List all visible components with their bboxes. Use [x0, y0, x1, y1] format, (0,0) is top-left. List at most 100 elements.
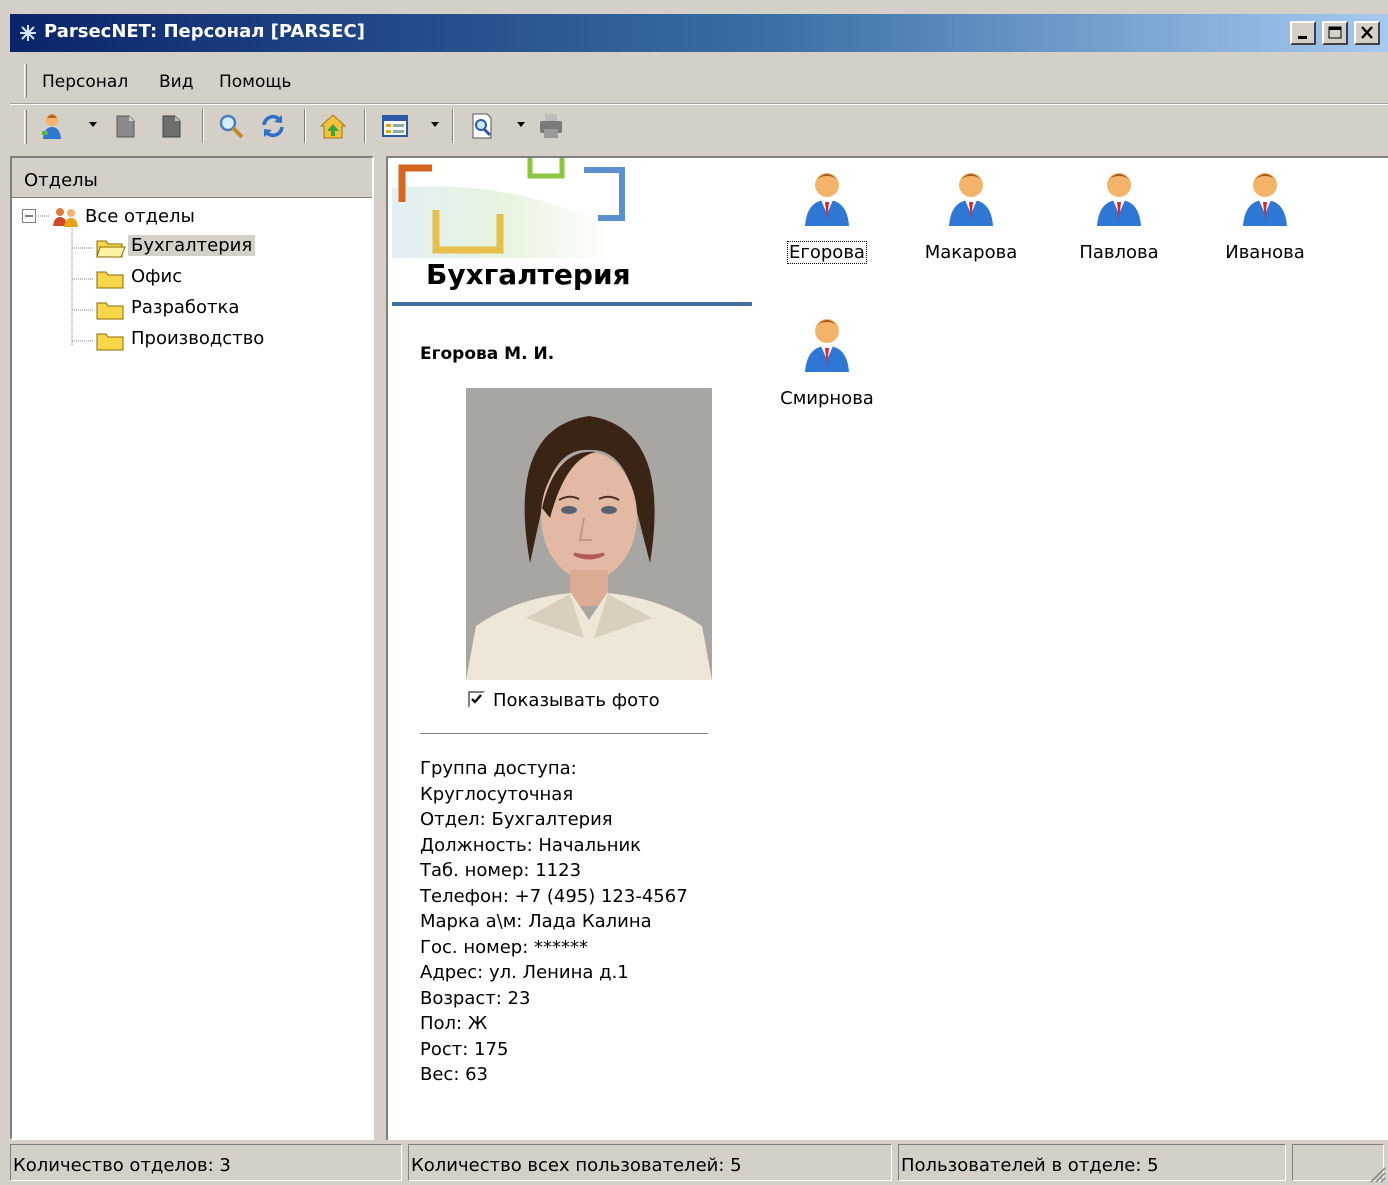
employee-label: Смирнова [780, 388, 874, 409]
window-title: ParsecNET: Персонал [PARSEC] [44, 21, 365, 42]
users-group-icon [53, 208, 78, 227]
page-dark-icon [162, 115, 181, 138]
departments-header-label: Отделы [24, 170, 98, 191]
employee-item[interactable]: Павлова [1064, 168, 1174, 278]
refresh-icon [262, 114, 284, 138]
page-dark-button[interactable] [156, 111, 186, 141]
page-icon [116, 115, 135, 138]
employee-item[interactable]: Иванова [1210, 168, 1320, 278]
info-line: Рост: 175 [420, 1038, 509, 1060]
person-info: Группа доступа: Круглосуточная Отдел: Бу… [420, 756, 688, 1088]
employee-label: Павлова [1079, 242, 1159, 263]
departments-header[interactable]: Отделы [12, 158, 372, 198]
person-icon [949, 173, 993, 226]
info-line: Отдел: Бухгалтерия [420, 809, 613, 830]
status-dept-count: Количество отделов: 3 [10, 1144, 402, 1181]
minimize-button[interactable] [1290, 21, 1316, 45]
department-banner-graphic [392, 158, 625, 258]
info-line: Должность: Начальник [420, 834, 642, 856]
menu-bar: Персонал Вид Помощь [10, 60, 1388, 104]
status-bar: Количество отделов: 3 Количество всех по… [10, 1140, 1388, 1185]
person-icon [805, 173, 849, 226]
folder-open-icon [96, 240, 126, 258]
close-icon [1361, 26, 1373, 39]
toolbar [10, 104, 1388, 148]
employee-item[interactable]: Макарова [916, 168, 1026, 278]
panel-splitter[interactable] [376, 156, 386, 1140]
minimize-icon [1298, 36, 1307, 39]
info-line: Возраст: 23 [420, 987, 531, 1009]
menu-personnel[interactable]: Персонал [42, 72, 128, 92]
view-icon [382, 115, 408, 137]
home-icon [319, 114, 347, 139]
info-line: Вес: 63 [420, 1064, 489, 1085]
view-dropdown-icon[interactable] [430, 119, 440, 129]
employee-label: Макарова [924, 242, 1018, 263]
collapse-icon[interactable] [22, 209, 36, 223]
menu-help[interactable]: Помощь [219, 72, 291, 92]
title-bar[interactable]: ParsecNET: Персонал [PARSEC] [10, 14, 1388, 52]
info-line: Пол: Ж [420, 1013, 488, 1034]
print-button[interactable] [536, 111, 566, 141]
tree-item-label: Бухгалтерия [128, 235, 256, 256]
menu-grip[interactable] [24, 64, 27, 98]
resize-grip-icon[interactable] [1368, 1165, 1386, 1183]
tree-item-development[interactable]: Разработка [92, 295, 352, 323]
page-button[interactable] [110, 111, 140, 141]
toolbar-separator [202, 109, 204, 143]
info-line: Гос. номер: ****** [420, 936, 588, 958]
maximize-button[interactable] [1322, 21, 1348, 45]
departments-panel: Отделы Все отделы Бухгалтерия Офис Разра… [10, 156, 374, 1140]
status-dept-users: Пользователей в отделе: 5 [898, 1144, 1286, 1181]
toolbar-separator [452, 109, 454, 143]
department-title-underline [392, 302, 752, 306]
tree-item-accounting[interactable]: Бухгалтерия [92, 233, 352, 261]
preview-icon [472, 113, 492, 139]
info-line: Круглосуточная [420, 783, 574, 805]
info-line: Таб. номер: 1123 [420, 860, 582, 881]
maximize-icon [1328, 26, 1342, 39]
employee-item[interactable]: Егорова [772, 168, 882, 278]
app-icon [20, 25, 36, 41]
folder-icon [96, 271, 124, 289]
tree-item-label: Офис [131, 266, 183, 287]
tree-root[interactable]: Все отделы [22, 204, 322, 232]
close-button[interactable] [1354, 21, 1380, 45]
home-button[interactable] [318, 111, 348, 141]
tree-item-production[interactable]: Производство [92, 326, 352, 354]
add-person-button[interactable] [38, 111, 68, 141]
add-person-dropdown-icon[interactable] [88, 119, 98, 129]
person-icon [805, 319, 849, 372]
preview-dropdown-icon[interactable] [516, 119, 526, 129]
tree-item-label: Производство [131, 328, 265, 349]
info-separator [420, 733, 708, 735]
show-photo-checkbox[interactable]: Показывать фото [468, 690, 660, 711]
refresh-button[interactable] [258, 111, 288, 141]
employee-label: Иванова [1225, 242, 1305, 263]
toolbar-separator [364, 109, 366, 143]
folder-icon [96, 302, 124, 320]
person-name: Егорова М. И. [420, 344, 555, 364]
employee-item[interactable]: Смирнова [772, 314, 882, 424]
preview-button[interactable] [468, 111, 498, 141]
print-icon [540, 114, 562, 138]
tree-root-label: Все отделы [85, 206, 195, 227]
checkbox-checked-icon[interactable] [468, 691, 485, 708]
add-person-icon [42, 114, 61, 139]
tree-item-office[interactable]: Офис [92, 264, 352, 292]
search-button[interactable] [216, 111, 246, 141]
view-button[interactable] [380, 111, 410, 141]
toolbar-grip[interactable] [24, 110, 27, 144]
person-icon [1097, 173, 1141, 226]
detail-panel: Бухгалтерия Егорова М. И. Показывать фот… [386, 156, 1388, 1140]
person-photo [466, 388, 712, 680]
tree-item-label: Разработка [131, 297, 240, 318]
toolbar-separator [304, 109, 306, 143]
folder-icon [96, 333, 124, 351]
show-photo-label: Показывать фото [493, 690, 660, 711]
menu-view[interactable]: Вид [159, 72, 193, 92]
info-line: Группа доступа: [420, 758, 577, 779]
person-icon [1243, 173, 1287, 226]
info-line: Адрес: ул. Ленина д.1 [420, 962, 629, 983]
status-all-users: Количество всех пользователей: 5 [408, 1144, 892, 1181]
